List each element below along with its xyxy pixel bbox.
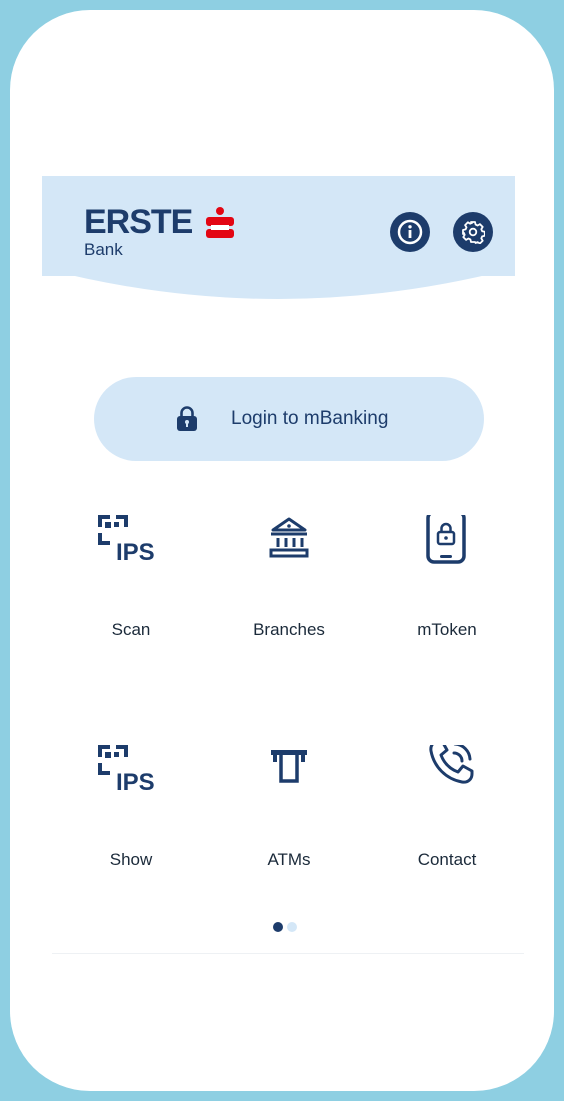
tile-label: Show xyxy=(109,850,153,869)
sparkasse-mark-icon xyxy=(206,207,234,238)
tile-scan[interactable]: IPS Scan xyxy=(61,515,201,665)
svg-text:IPS: IPS xyxy=(116,769,155,796)
lock-icon xyxy=(177,406,197,431)
info-icon xyxy=(397,219,423,245)
bank-building-icon xyxy=(269,517,309,558)
login-button[interactable]: Login to mBanking xyxy=(94,377,484,461)
svg-text:IPS: IPS xyxy=(116,539,155,566)
phone-lock-icon xyxy=(426,515,466,564)
brand-subtitle: Bank xyxy=(84,240,123,259)
atm-icon xyxy=(271,750,307,783)
page-dot[interactable] xyxy=(287,922,297,932)
tile-label: ATMs xyxy=(267,850,311,869)
brand-name: ERSTE xyxy=(84,203,193,241)
login-label: Login to mBanking xyxy=(231,408,389,429)
tile-show[interactable]: IPS Show xyxy=(61,745,201,895)
tile-label: mToken xyxy=(417,620,477,639)
settings-button[interactable] xyxy=(453,212,493,252)
tile-label: Branches xyxy=(253,620,325,639)
tile-atms[interactable]: ATMs xyxy=(219,745,359,895)
tile-contact[interactable]: Contact xyxy=(377,745,517,895)
page-indicator xyxy=(273,922,303,934)
tile-branches[interactable]: Branches xyxy=(219,515,359,665)
tile-label: Contact xyxy=(417,850,477,869)
phone-call-icon xyxy=(429,745,474,784)
tile-label: Scan xyxy=(111,620,151,639)
info-button[interactable] xyxy=(390,212,430,252)
ips-show-icon: IPS xyxy=(98,745,155,796)
page-dot-active[interactable] xyxy=(273,922,283,932)
erste-bank-logo: ERSTE Bank xyxy=(84,205,244,265)
gear-icon xyxy=(462,221,485,244)
tile-mtoken[interactable]: mToken xyxy=(377,515,517,665)
bottom-divider xyxy=(52,953,524,954)
ips-scan-icon: IPS xyxy=(98,515,155,566)
